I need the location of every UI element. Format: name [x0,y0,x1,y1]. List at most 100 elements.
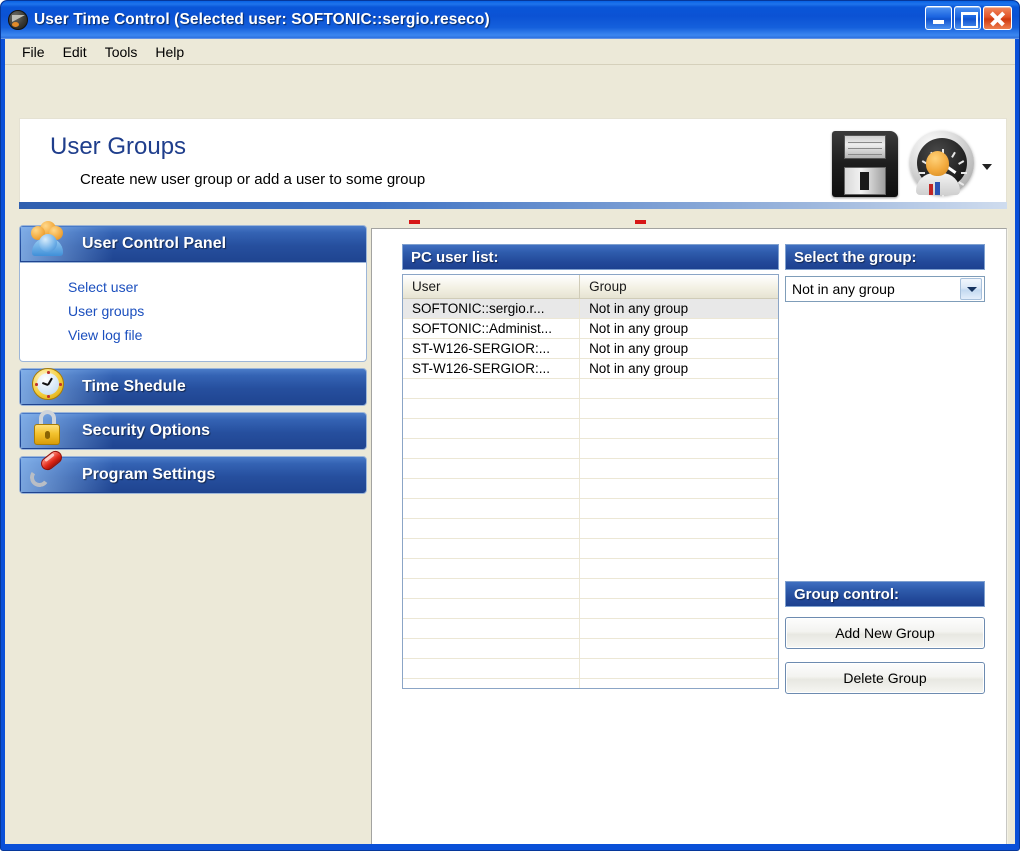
cell-group [580,499,778,518]
cell-group [580,599,778,618]
cell-group [580,479,778,498]
minimize-button[interactable] [925,6,952,30]
app-icon [8,10,28,30]
table-row-empty[interactable] [403,519,778,539]
cell-user: ST-W126-SERGIOR:... [403,339,581,358]
cell-user [403,679,581,688]
section-header-pc-user-list: PC user list: [402,244,779,270]
cell-user [403,499,581,518]
cell-group [580,379,778,398]
table-row-empty[interactable] [403,639,778,659]
table-row[interactable]: ST-W126-SERGIOR:... Not in any group [403,359,778,379]
cell-user [403,419,581,438]
pc-user-list-table[interactable]: User Group SOFTONIC::sergio.r... Not in a… [402,274,779,689]
table-row-empty[interactable] [403,659,778,679]
cell-user [403,639,581,658]
table-row[interactable]: SOFTONIC::Administ... Not in any group [403,319,778,339]
table-row[interactable]: SOFTONIC::sergio.r... Not in any group [403,299,778,319]
cell-group [580,399,778,418]
padlock-icon [28,408,68,448]
floppy-label [844,167,886,195]
table-body: SOFTONIC::sergio.r... Not in any group SOF… [403,299,778,688]
table-row-empty[interactable] [403,579,778,599]
sidebar-link-view-log-file[interactable]: View log file [20,323,366,347]
sidebar-panel-body: Select user User groups View log file [19,263,367,362]
cell-group [580,419,778,438]
sidebar-panel-user-control: User Control Panel Select user User grou… [19,221,367,362]
sidebar-header-label: Security Options [82,422,211,439]
floppy-shutter [844,135,886,159]
section-header-group-control: Group control: [785,581,985,607]
menu-help[interactable]: Help [147,41,194,63]
cell-user: SOFTONIC::Administ... [403,319,581,338]
sidebar-header-security-options[interactable]: Security Options [19,410,367,450]
table-row-empty[interactable] [403,619,778,639]
section-title: PC user list: [411,248,499,266]
cell-user [403,399,581,418]
person-tie-blue [935,182,940,195]
cell-user: SOFTONIC::sergio.r... [403,299,581,318]
page-subtitle: Create new user group or add a user to s… [80,171,426,188]
sidebar-panel-program-settings: Program Settings [19,448,367,494]
sidebar-link-select-user[interactable]: Select user [20,275,366,299]
sidebar: User Control Panel Select user User grou… [19,221,367,500]
cell-user [403,579,581,598]
sidebar-link-user-groups[interactable]: User groups [20,299,366,323]
section-header-select-group: Select the group: [785,244,985,270]
page-header-banner: User Groups Create new user group or add… [19,118,1007,209]
content-panel: PC user list: Select the group: Group co… [371,228,1007,844]
cell-user [403,539,581,558]
table-row-empty[interactable] [403,379,778,399]
table-row-empty[interactable] [403,679,778,688]
table-row-empty[interactable] [403,539,778,559]
table-row[interactable]: ST-W126-SERGIOR:... Not in any group [403,339,778,359]
menu-tools[interactable]: Tools [97,41,148,63]
sidebar-header-program-settings[interactable]: Program Settings [19,448,367,494]
section-title: Group control: [794,585,899,603]
cell-group [580,539,778,558]
cell-group: Not in any group [589,361,689,376]
add-new-group-button[interactable]: Add New Group [785,617,985,649]
maximize-button[interactable] [954,6,981,30]
menu-file[interactable]: File [14,41,55,63]
table-row-empty[interactable] [403,439,778,459]
cell-user [403,439,581,458]
sidebar-header-user-control[interactable]: User Control Panel [19,221,367,263]
table-row-empty[interactable] [403,599,778,619]
anchor-marker-right [635,220,646,224]
cell-group [580,639,778,658]
sidebar-header-time-shedule[interactable]: Time Shedule [19,368,367,406]
cell-user [403,459,581,478]
sidebar-header-label: User Control Panel [82,235,227,252]
cell-user [403,519,581,538]
title-bar[interactable]: User Time Control (Selected user: SOFTON… [1,1,1019,39]
cell-user [403,659,581,678]
clock-user-icon[interactable] [906,129,976,199]
chevron-down-icon[interactable] [982,164,992,170]
select-group-dropdown[interactable]: Not in any group [785,276,985,302]
sidebar-header-label: Program Settings [82,466,216,483]
sidebar-header-label: Time Shedule [82,378,186,395]
column-header-user[interactable]: User [403,275,581,298]
cell-user [403,479,581,498]
table-row-empty[interactable] [403,479,778,499]
chevron-down-icon[interactable] [960,278,982,300]
cell-group [580,519,778,538]
close-button[interactable] [983,6,1012,30]
person-tie-red [929,184,933,195]
table-row-empty[interactable] [403,419,778,439]
menu-edit[interactable]: Edit [55,41,97,63]
delete-group-button[interactable]: Delete Group [785,662,985,694]
cell-group [580,439,778,458]
table-header-row: User Group [403,275,778,299]
floppy-disk-save-icon[interactable] [832,131,898,197]
cell-group [580,659,778,678]
column-header-group[interactable]: Group [580,275,778,298]
menu-bar: File Edit Tools Help [5,39,1015,65]
table-row-empty[interactable] [403,559,778,579]
table-row-empty[interactable] [403,459,778,479]
table-row-empty[interactable] [403,399,778,419]
cell-group: Not in any group [589,321,689,336]
table-row-empty[interactable] [403,499,778,519]
application-window: User Time Control (Selected user: SOFTON… [0,0,1020,851]
